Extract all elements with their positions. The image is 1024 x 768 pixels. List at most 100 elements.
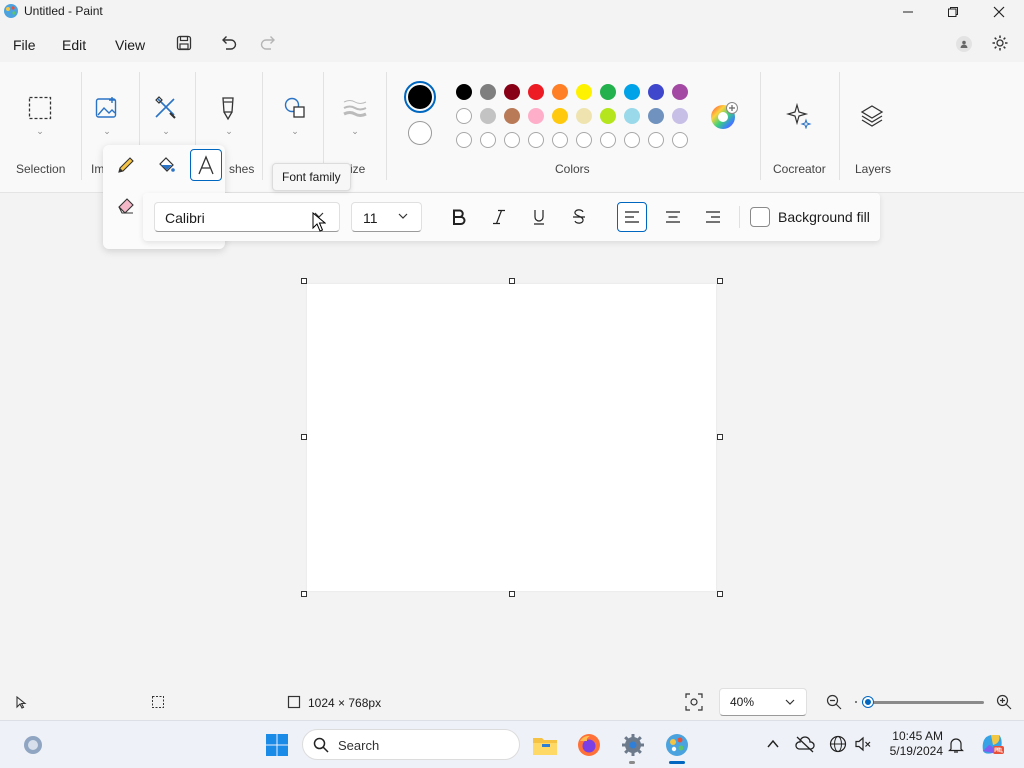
chevron-down-icon[interactable]: ⌄: [30, 126, 50, 137]
onedrive-status[interactable]: [795, 735, 815, 756]
copilot-button[interactable]: [979, 731, 1005, 760]
text-tool[interactable]: [190, 149, 222, 181]
color-swatch[interactable]: [648, 132, 664, 148]
color-swatch[interactable]: [576, 108, 592, 124]
cocreator-button[interactable]: [780, 96, 818, 136]
start-button[interactable]: [261, 729, 293, 761]
color-swatch[interactable]: [552, 108, 568, 124]
chevron-down-icon[interactable]: ⌄: [97, 126, 117, 137]
color-swatch[interactable]: [576, 132, 592, 148]
zoom-out-button[interactable]: [826, 694, 842, 713]
align-center-button[interactable]: [658, 202, 688, 232]
save-button[interactable]: [170, 31, 198, 55]
background-fill-checkbox[interactable]: [750, 207, 770, 227]
color-swatch[interactable]: [552, 84, 568, 100]
taskbar-search[interactable]: Search: [302, 729, 520, 760]
color-swatch[interactable]: [552, 132, 568, 148]
zoom-in-button[interactable]: [996, 694, 1012, 713]
resize-handle[interactable]: [717, 591, 723, 597]
resize-handle[interactable]: [301, 278, 307, 284]
zoom-dropdown[interactable]: 40%: [719, 688, 807, 716]
resize-handle[interactable]: [509, 278, 515, 284]
color-swatch[interactable]: [456, 132, 472, 148]
color-swatch[interactable]: [576, 84, 592, 100]
background-fill-label[interactable]: Background fill: [778, 209, 870, 225]
firefox-button[interactable]: [573, 729, 605, 761]
color-swatch[interactable]: [624, 132, 640, 148]
clock[interactable]: 10:45 AM 5/19/2024: [883, 729, 943, 759]
close-button[interactable]: [976, 0, 1022, 24]
settings-button[interactable]: [986, 31, 1014, 55]
drawing-canvas[interactable]: [307, 284, 716, 591]
color-swatch[interactable]: [648, 108, 664, 124]
color-swatch[interactable]: [648, 84, 664, 100]
fill-tool[interactable]: [152, 150, 180, 180]
pencil-tool[interactable]: [112, 150, 140, 180]
color-swatch[interactable]: [480, 132, 496, 148]
chevron-down-icon[interactable]: ⌄: [156, 126, 176, 137]
resize-handle[interactable]: [301, 434, 307, 440]
volume-status[interactable]: [854, 735, 872, 756]
tools-group-button[interactable]: [146, 88, 184, 128]
strikethrough-button[interactable]: [564, 202, 594, 232]
account-avatar[interactable]: [956, 36, 972, 52]
resize-handle[interactable]: [301, 591, 307, 597]
align-left-button[interactable]: [617, 202, 647, 232]
redo-button[interactable]: [254, 31, 282, 55]
color-swatch[interactable]: [672, 84, 688, 100]
color-swatch[interactable]: [504, 132, 520, 148]
color-swatch[interactable]: [600, 108, 616, 124]
color-swatch[interactable]: [600, 84, 616, 100]
zoom-slider-track[interactable]: [862, 697, 984, 707]
undo-button[interactable]: [215, 31, 243, 55]
chevron-down-icon[interactable]: ⌄: [219, 126, 239, 137]
size-button[interactable]: [336, 88, 374, 128]
notifications-button[interactable]: [948, 736, 964, 757]
eraser-tool[interactable]: [112, 190, 140, 220]
color-swatch[interactable]: [504, 84, 520, 100]
paint-taskbar-button[interactable]: [661, 729, 693, 761]
widgets-button[interactable]: [17, 729, 49, 761]
minimize-button[interactable]: [885, 0, 931, 24]
image-tool[interactable]: [88, 88, 126, 128]
italic-button[interactable]: [484, 202, 514, 232]
underline-button[interactable]: [524, 202, 554, 232]
resize-handle[interactable]: [717, 278, 723, 284]
edit-colors-button[interactable]: [709, 101, 739, 131]
color-swatch[interactable]: [624, 84, 640, 100]
color-swatch[interactable]: [528, 132, 544, 148]
show-hidden-icons-button[interactable]: [766, 737, 780, 754]
color-swatch[interactable]: [480, 108, 496, 124]
resize-handle[interactable]: [509, 591, 515, 597]
menu-edit[interactable]: Edit: [58, 35, 90, 55]
settings-app-button[interactable]: [617, 729, 649, 761]
file-explorer-button[interactable]: [529, 729, 561, 761]
color-swatch[interactable]: [456, 84, 472, 100]
chevron-down-icon[interactable]: ⌄: [345, 126, 365, 137]
shapes-button[interactable]: [276, 88, 314, 128]
color-swatch[interactable]: [624, 108, 640, 124]
color-swatch[interactable]: [600, 132, 616, 148]
color-swatch[interactable]: [528, 108, 544, 124]
color-swatch[interactable]: [456, 108, 472, 124]
selection-tool[interactable]: [21, 88, 59, 128]
font-size-dropdown[interactable]: 11: [351, 202, 422, 232]
secondary-color[interactable]: [408, 121, 432, 145]
align-right-button[interactable]: [698, 202, 728, 232]
menu-file[interactable]: File: [9, 35, 40, 55]
color-swatch[interactable]: [528, 84, 544, 100]
color-swatch[interactable]: [672, 132, 688, 148]
layers-button[interactable]: [853, 96, 891, 136]
network-status[interactable]: [829, 735, 847, 756]
chevron-down-icon[interactable]: ⌄: [285, 126, 305, 137]
resize-handle[interactable]: [717, 434, 723, 440]
color-swatch[interactable]: [480, 84, 496, 100]
fit-to-window-button[interactable]: [685, 693, 703, 714]
color-swatch[interactable]: [672, 108, 688, 124]
menu-view[interactable]: View: [111, 35, 149, 55]
bold-button[interactable]: [444, 202, 474, 232]
brushes-button[interactable]: [209, 88, 247, 128]
primary-color[interactable]: [404, 81, 436, 113]
color-swatch[interactable]: [504, 108, 520, 124]
restore-button[interactable]: [930, 0, 976, 24]
